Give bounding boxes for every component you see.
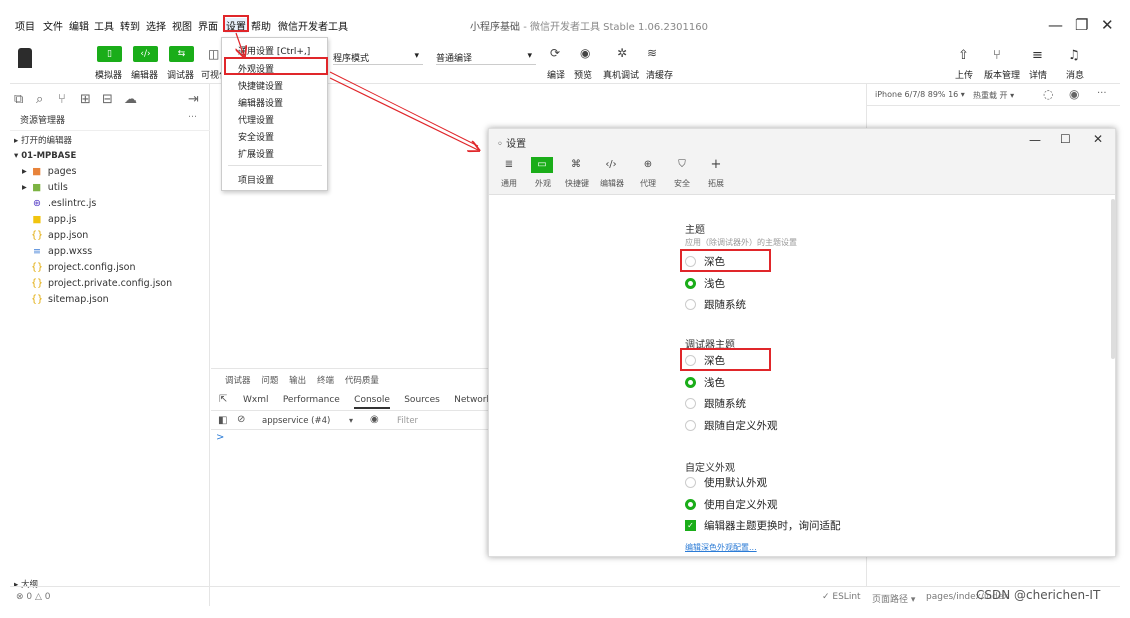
dialog-header: ◦ 设置 — ☐ ✕ ≣ ▭ ⌘ ‹/› ⊕ ⛉ + 通用 外观 快捷键 编辑器… [489, 129, 1115, 195]
tab-security[interactable]: 安全 [674, 178, 690, 189]
tab-shortcut[interactable]: 快捷键 [565, 178, 589, 189]
checkmark-icon: ✓ [685, 519, 696, 531]
general-tab-icon[interactable]: ≣ [498, 157, 520, 173]
editor-tab-icon[interactable]: ‹/› [600, 157, 622, 173]
default-appearance-radio[interactable]: 使用默认外观 [685, 475, 767, 490]
settings-dialog: ◦ 设置 — ☐ ✕ ≣ ▭ ⌘ ‹/› ⊕ ⛉ + 通用 外观 快捷键 编辑器… [488, 128, 1116, 557]
tab-appearance[interactable]: 外观 [535, 178, 551, 189]
appearance-tab-icon[interactable]: ▭ [531, 157, 553, 173]
dialog-title: ◦ 设置 [497, 139, 527, 150]
shortcut-tab-icon[interactable]: ⌘ [565, 157, 587, 173]
close-icon[interactable]: ✕ [1093, 132, 1103, 146]
maximize-icon[interactable]: ☐ [1060, 132, 1071, 146]
theme-title: 主题 [685, 225, 705, 236]
shield-icon[interactable]: ⛉ [671, 157, 693, 173]
plus-icon[interactable]: + [705, 157, 727, 173]
tab-general[interactable]: 通用 [501, 178, 517, 189]
debugger-custom-radio[interactable]: 跟随自定义外观 [685, 418, 778, 433]
minimize-icon[interactable]: — [1029, 133, 1041, 147]
tab-proxy[interactable]: 代理 [640, 178, 656, 189]
globe-icon[interactable]: ⊕ [637, 157, 659, 173]
ask-adapt-checkbox[interactable]: ✓ 编辑器主题更换时，询问适配 [685, 518, 841, 533]
debugger-dark-highlight [680, 348, 771, 371]
theme-system-radio[interactable]: 跟随系统 [685, 297, 746, 312]
theme-light-radio[interactable]: 浅色 [685, 276, 725, 291]
scrollbar[interactable] [1111, 199, 1115, 359]
tab-editor[interactable]: 编辑器 [600, 178, 624, 189]
custom-appearance-radio[interactable]: 使用自定义外观 [685, 497, 778, 512]
tab-extension[interactable]: 拓展 [708, 178, 724, 189]
debugger-system-radio[interactable]: 跟随系统 [685, 396, 746, 411]
custom-appearance-title: 自定义外观 [685, 463, 735, 474]
debugger-light-radio[interactable]: 浅色 [685, 375, 725, 390]
theme-desc: 应用（除调试器外）的主题设置 [685, 238, 797, 247]
theme-dark-highlight [680, 249, 771, 272]
edit-dark-config-link[interactable]: 编辑深色外观配置... [685, 542, 757, 553]
